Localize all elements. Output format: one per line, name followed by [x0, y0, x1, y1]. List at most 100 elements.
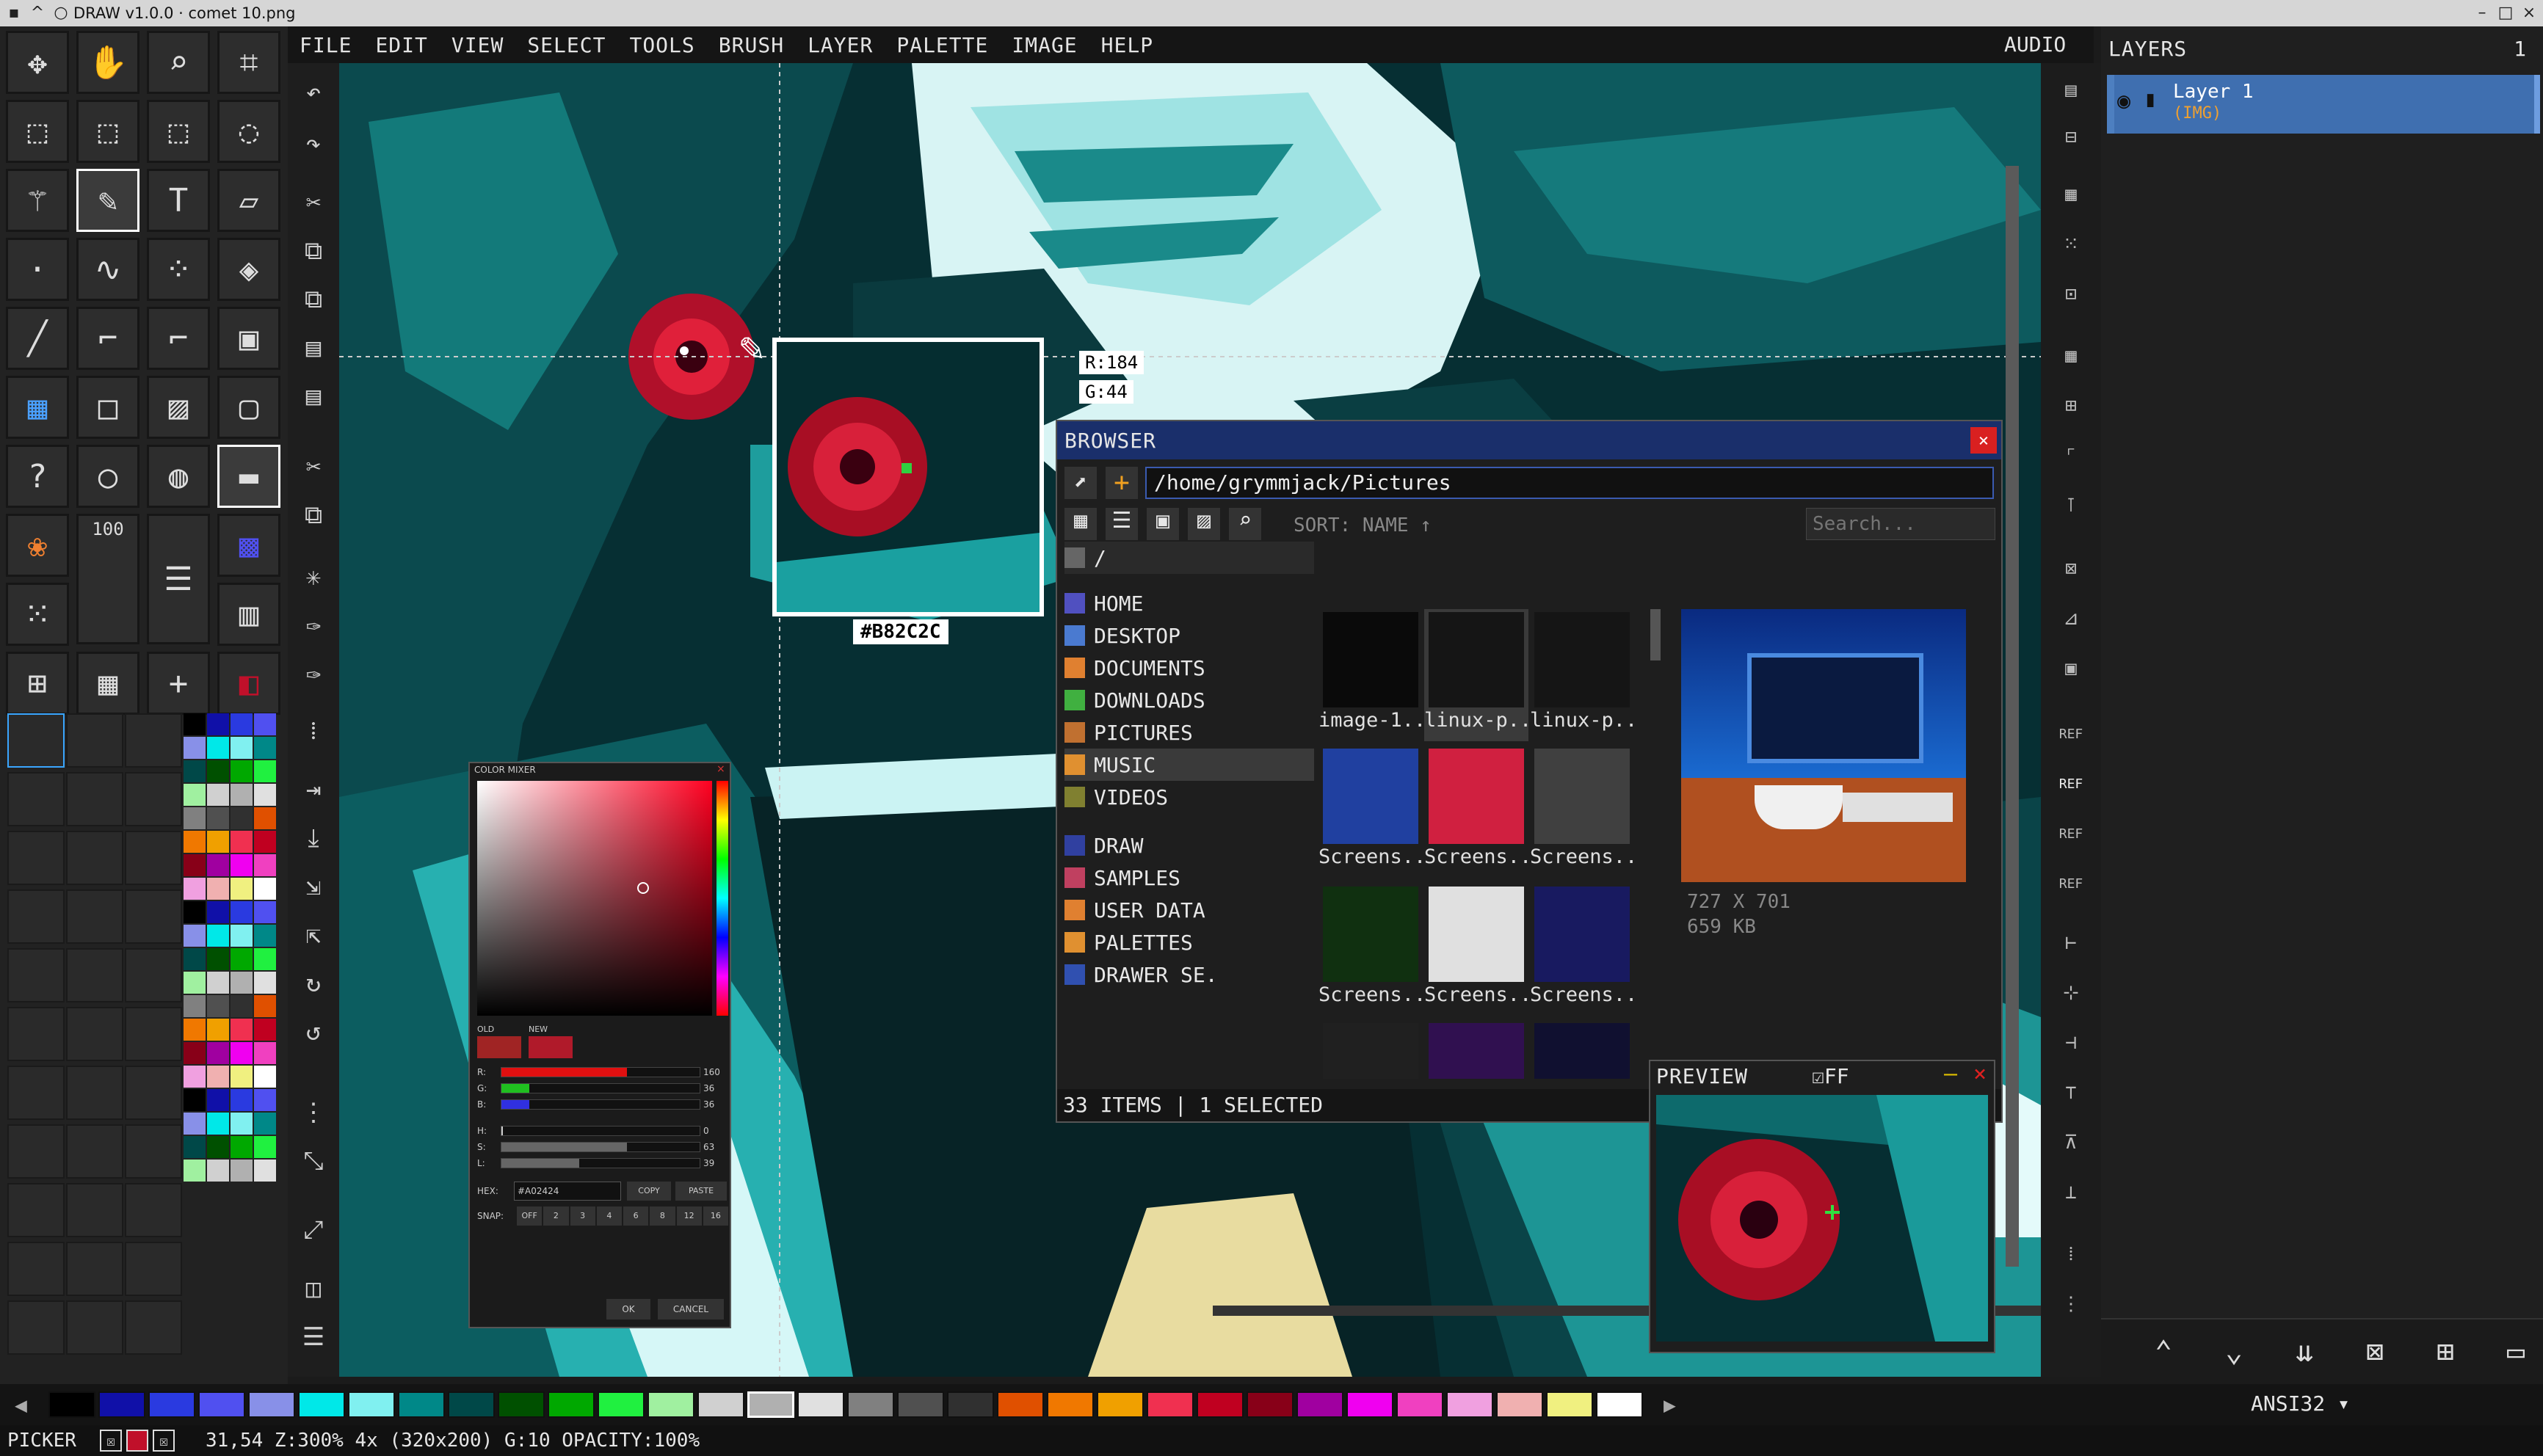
align-middle-icon[interactable]: ⊼ [2047, 1121, 2095, 1164]
palette-grid-swatch[interactable] [231, 1160, 253, 1182]
vertical-scrollbar[interactable] [2006, 166, 2019, 1267]
undo-icon[interactable]: ↶ [288, 70, 339, 114]
place-drawer-sets[interactable]: DRAWER SE. [1064, 958, 1218, 991]
palette-swatch[interactable] [1496, 1391, 1543, 1418]
brush-a-icon[interactable]: ✑ [288, 603, 339, 647]
drawer-slot[interactable] [125, 1183, 182, 1237]
drawer-slot[interactable] [66, 948, 123, 1002]
snap-option[interactable]: 3 [570, 1206, 595, 1226]
palette-grid-swatch[interactable] [207, 760, 229, 782]
drawer-slot[interactable] [66, 1066, 123, 1120]
palette-grid-swatch[interactable] [184, 925, 206, 947]
align-center-icon[interactable]: ⊹ [2047, 972, 2095, 1014]
place-desktop[interactable]: DESKTOP [1064, 619, 1180, 652]
drawer-slot[interactable] [7, 1242, 65, 1296]
palette-grid-swatch[interactable] [231, 1113, 253, 1135]
delete-layer-button[interactable]: ⊠ [2349, 1330, 2401, 1374]
palette-grid-swatch[interactable] [207, 784, 229, 806]
align-left-icon[interactable]: ⊢ [2047, 922, 2095, 964]
distribute-h-icon[interactable]: ⁞ [2047, 1233, 2095, 1275]
palette-grid-swatch[interactable] [207, 901, 229, 923]
file-thumbnail[interactable] [1318, 1020, 1423, 1079]
drawing-canvas[interactable]: #B82C2C R:184 G:44 ✎ COLOR MIXER × OLD N… [339, 63, 2041, 1377]
lock-icon[interactable]: ▮ [2144, 87, 2157, 112]
brush-size-slider[interactable]: 100 [76, 514, 139, 644]
align-top-icon[interactable]: ⊤ [2047, 1071, 2095, 1114]
preview-close-icon[interactable]: × [1973, 1061, 1987, 1087]
paste-new-icon[interactable]: ▤ [288, 374, 339, 418]
pixel-grid-button[interactable]: ▦ [76, 652, 139, 715]
grid-button[interactable]: ⁙ [6, 583, 69, 646]
transform-icon[interactable]: ⇲ [288, 864, 339, 909]
palette-grid-swatch[interactable] [207, 831, 229, 853]
snap-option[interactable]: 6 [623, 1206, 649, 1226]
palette-swatch[interactable] [148, 1391, 195, 1418]
text-tool-button[interactable]: T [147, 169, 210, 232]
palette-grid-swatch[interactable] [184, 1066, 206, 1088]
root-folder[interactable]: / [1064, 542, 1314, 574]
copy-hex-button[interactable]: COPY [627, 1182, 671, 1201]
mixer-close-icon[interactable]: × [717, 763, 725, 775]
snap-option[interactable]: 12 [676, 1206, 702, 1226]
menu-help[interactable]: HELP [1089, 33, 1165, 57]
fg-bg-colors[interactable]: ◧ [217, 652, 280, 715]
snap-option[interactable]: 4 [596, 1206, 622, 1226]
drawer-slot[interactable] [125, 1242, 182, 1296]
file-thumbnail[interactable] [1530, 1020, 1634, 1079]
stroke-select-icon[interactable]: ⁞ [288, 709, 339, 753]
palette-grid-swatch[interactable] [184, 1089, 206, 1111]
maximize-icon[interactable]: □ [2495, 3, 2517, 23]
marquee-poly-button[interactable]: ⬚ [147, 100, 210, 163]
drawer-slot[interactable] [7, 889, 65, 944]
minimize-icon[interactable]: – [2471, 3, 2493, 23]
palette-swatch[interactable] [1396, 1391, 1443, 1418]
palette-swatch[interactable] [498, 1391, 545, 1418]
palette-swatch[interactable] [398, 1391, 445, 1418]
menu-audio[interactable]: AUDIO [2004, 26, 2066, 63]
menu-palette[interactable]: PALETTE [885, 33, 1000, 57]
file-thumbnail[interactable]: Screens.. [1318, 746, 1423, 878]
palette-grid-swatch[interactable] [254, 1113, 276, 1135]
rect-tool-button[interactable]: □ [76, 376, 139, 439]
thumbnail-scrollbar[interactable] [1650, 609, 1661, 660]
ref-on-icon[interactable]: REF [2047, 713, 2095, 756]
palette-grid-swatch[interactable] [254, 760, 276, 782]
window-menu-icon[interactable]: ▪ [3, 3, 25, 23]
palette-grid-swatch[interactable] [231, 972, 253, 994]
hue-slider[interactable] [717, 781, 728, 1016]
help-button[interactable]: ? [6, 445, 69, 508]
file-thumbnail[interactable]: image-1.. [1318, 609, 1423, 741]
palette-swatch[interactable] [448, 1391, 495, 1418]
menu-layer[interactable]: LAYER [796, 33, 885, 57]
drawer-slot[interactable] [7, 1124, 65, 1179]
drawer-slot[interactable] [125, 948, 182, 1002]
saturation-value-field[interactable] [477, 781, 712, 1016]
palette-swatch[interactable] [298, 1391, 345, 1418]
menu-brush[interactable]: BRUSH [707, 33, 796, 57]
add-group-button[interactable]: ▭ [2490, 1330, 2542, 1374]
cancel-button[interactable]: CANCEL [658, 1299, 724, 1320]
browser-close-button[interactable]: × [1970, 427, 1997, 454]
color-wheel-button[interactable]: ❀ [6, 514, 69, 577]
drawer-slot[interactable] [66, 1183, 123, 1237]
palette-swatch[interactable] [1047, 1391, 1094, 1418]
drawer-slot[interactable] [7, 948, 65, 1002]
drawer-slot[interactable] [7, 1066, 65, 1120]
brush-shape-button[interactable]: ▬ [217, 445, 280, 508]
menu-file[interactable]: FILE [288, 33, 363, 57]
flip-icon[interactable]: ⇱ [288, 913, 339, 957]
place-palettes[interactable]: PALETTES [1064, 926, 1193, 958]
crop-marks-icon[interactable]: ⌜ [2047, 434, 2095, 477]
move-layer-up-button[interactable]: ⌃ [2138, 1330, 2189, 1374]
snap-option[interactable]: 8 [650, 1206, 675, 1226]
palette-swatch[interactable] [1596, 1391, 1643, 1418]
palette-grid-swatch[interactable] [254, 831, 276, 853]
drawer-slot[interactable] [7, 1183, 65, 1237]
copy-merged-icon[interactable]: ⧉ [288, 277, 339, 321]
color-picker-handle[interactable] [637, 882, 649, 894]
palette-grid-swatch[interactable] [184, 1019, 206, 1041]
palette-grid-swatch[interactable] [184, 807, 206, 829]
drawer-slot[interactable] [125, 713, 182, 768]
dot-tool-button[interactable]: · [6, 238, 69, 301]
palette-grid-swatch[interactable] [254, 995, 276, 1017]
